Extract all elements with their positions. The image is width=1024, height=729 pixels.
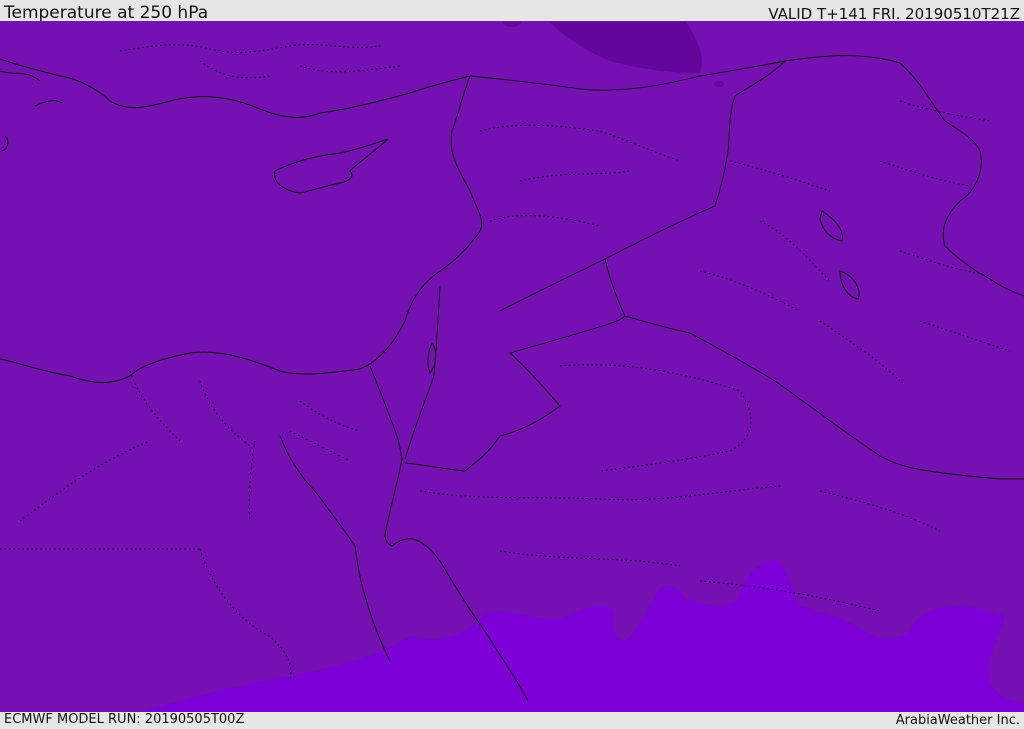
weather-map[interactable]	[0, 21, 1024, 712]
temperature-field-main	[0, 21, 1024, 712]
temperature-field-cold-spot-2	[714, 81, 724, 87]
model-run-label: ECMWF MODEL RUN: 20190505T00Z	[4, 712, 245, 727]
footer-bar: ECMWF MODEL RUN: 20190505T00Z ArabiaWeat…	[0, 712, 1024, 729]
header-bar: Temperature at 250 hPa VALID T+141 FRI. …	[0, 0, 1024, 23]
credit-label: ArabiaWeather Inc.	[895, 713, 1020, 728]
map-canvas	[0, 21, 1024, 712]
map-title: Temperature at 250 hPa	[4, 3, 209, 23]
